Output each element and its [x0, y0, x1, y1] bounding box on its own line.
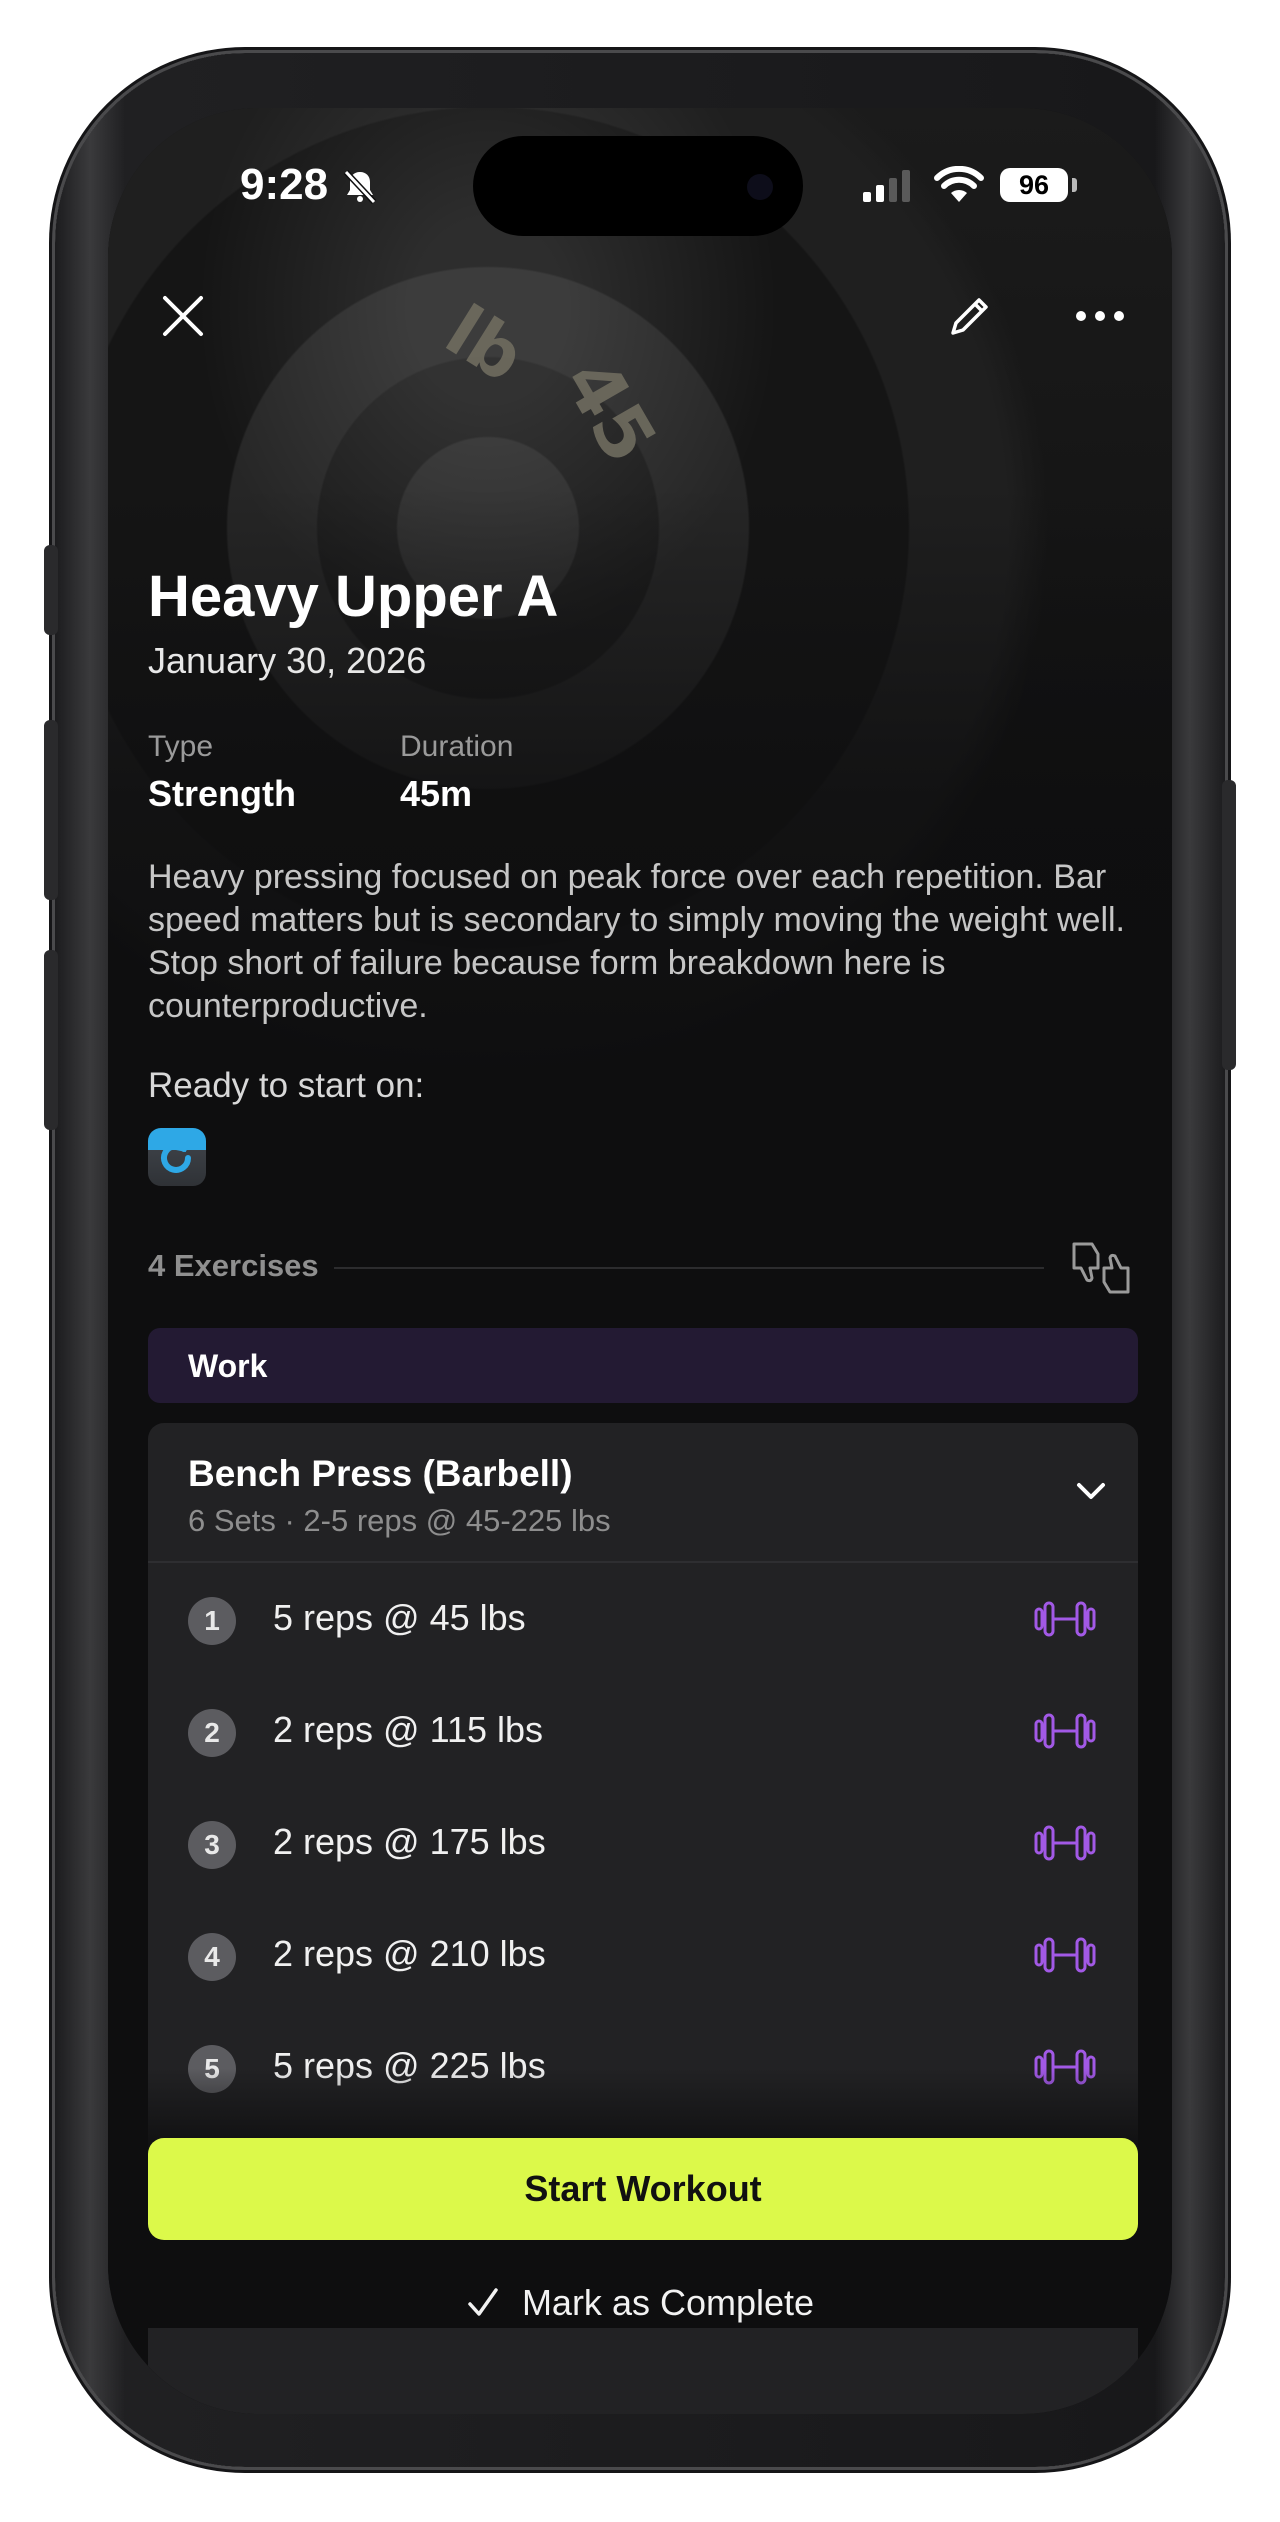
dumbbell-icon	[1034, 1825, 1096, 1861]
status-time: 9:28	[240, 160, 329, 209]
duration-label: Duration	[400, 730, 514, 763]
set-row[interactable]: 3 2 reps @ 175 lbs	[148, 1789, 1138, 1901]
bell-slash-icon	[343, 169, 377, 205]
dumbbell-icon	[1034, 1713, 1096, 1749]
connect-app-icon[interactable]	[148, 1128, 206, 1186]
set-number: 3	[188, 1821, 236, 1869]
set-row[interactable]: 2 2 reps @ 115 lbs	[148, 1677, 1138, 1789]
checkmark-icon	[468, 2288, 498, 2316]
exercise-summary: 6 Sets · 2-5 reps @ 45-225 lbs	[188, 1503, 611, 1538]
more-options-button[interactable]	[1070, 286, 1130, 346]
chevron-down-icon[interactable]	[1073, 1473, 1109, 1509]
screen: lb 45 9:28 96 Heavy Upper A January 30, …	[108, 108, 1172, 2414]
volume-down-button	[44, 950, 58, 1130]
exercise-count: 4 Exercises	[148, 1248, 319, 1283]
exercise-card-header[interactable]: Bench Press (Barbell) 6 Sets · 2-5 reps …	[148, 1423, 1138, 1563]
dynamic-island	[473, 136, 803, 236]
set-number: 4	[188, 1933, 236, 1981]
set-details: 2 reps @ 210 lbs	[273, 1933, 546, 1974]
divider	[334, 1267, 1044, 1269]
type-value: Strength	[148, 773, 296, 814]
dumbbell-icon	[1034, 1937, 1096, 1973]
close-button[interactable]	[153, 286, 213, 346]
pencil-icon	[951, 298, 988, 335]
sync-arrows-icon	[161, 1142, 191, 1173]
set-row[interactable]: 4 2 reps @ 210 lbs	[148, 1901, 1138, 2013]
volume-up-button	[44, 720, 58, 900]
edit-button[interactable]	[940, 286, 1000, 346]
workout-description: Heavy pressing focused on peak force ove…	[148, 858, 1126, 1025]
ready-label: Ready to start on:	[148, 1066, 425, 1105]
wifi-icon	[934, 166, 984, 202]
thumbs-feedback-icon[interactable]	[1068, 1238, 1134, 1298]
set-details: 2 reps @ 175 lbs	[273, 1821, 546, 1862]
mark-complete-button[interactable]: Mark as Complete	[108, 2273, 1172, 2333]
set-number: 1	[188, 1597, 236, 1645]
workout-title: Heavy Upper A	[148, 564, 559, 629]
set-row[interactable]: 1 5 reps @ 45 lbs	[148, 1565, 1138, 1677]
exercises-row: 4 Exercises	[148, 1238, 1138, 1298]
cellular-signal-icon	[863, 170, 910, 202]
duration-value: 45m	[400, 773, 473, 814]
set-number: 2	[188, 1709, 236, 1757]
battery-tip	[1072, 178, 1077, 192]
camera-icon	[747, 174, 773, 200]
exercise-name: Bench Press (Barbell)	[188, 1453, 573, 1494]
set-details: 2 reps @ 115 lbs	[273, 1709, 544, 1750]
ellipsis-icon	[1076, 311, 1124, 321]
mark-complete-label: Mark as Complete	[521, 2282, 815, 2323]
set-details: 5 reps @ 45 lbs	[273, 1597, 526, 1638]
action-button	[44, 545, 58, 635]
power-button	[1222, 780, 1236, 1070]
section-label: Work	[188, 1348, 268, 1384]
type-label: Type	[148, 730, 214, 763]
section-header-work: Work	[148, 1328, 1138, 1403]
start-workout-button[interactable]: Start Workout	[148, 2138, 1138, 2240]
dumbbell-icon	[1034, 1601, 1096, 1637]
workout-date: January 30, 2026	[148, 640, 427, 681]
battery-indicator: 96	[1000, 168, 1068, 202]
close-icon	[163, 296, 203, 336]
